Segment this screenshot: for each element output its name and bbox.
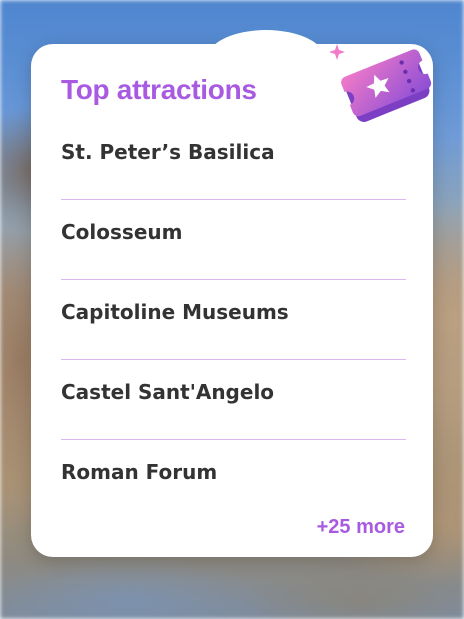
- attractions-list: St. Peter’s Basilica Colosseum Capitolin…: [61, 120, 406, 519]
- list-item-colosseum[interactable]: Colosseum: [61, 200, 406, 280]
- sparkle-icon: [329, 44, 345, 60]
- card-title: Top attractions: [61, 74, 257, 105]
- list-item-castel-santangelo[interactable]: Castel Sant'Angelo: [61, 360, 406, 440]
- attraction-name: Colosseum: [61, 220, 183, 244]
- attraction-name: Roman Forum: [61, 460, 218, 484]
- attraction-name: St. Peter’s Basilica: [61, 140, 275, 164]
- top-attractions-card: Top attractions St. Peter’s Basilica Col…: [31, 30, 433, 557]
- attraction-name: Castel Sant'Angelo: [61, 380, 275, 404]
- list-item-roman-forum[interactable]: Roman Forum: [61, 440, 406, 519]
- more-attractions-link[interactable]: +25 more: [317, 517, 405, 537]
- list-item-st-peters-basilica[interactable]: St. Peter’s Basilica: [61, 120, 406, 200]
- ticket-icon: [329, 44, 432, 122]
- attraction-name: Capitoline Museums: [61, 300, 289, 324]
- list-item-capitoline-museums[interactable]: Capitoline Museums: [61, 280, 406, 360]
